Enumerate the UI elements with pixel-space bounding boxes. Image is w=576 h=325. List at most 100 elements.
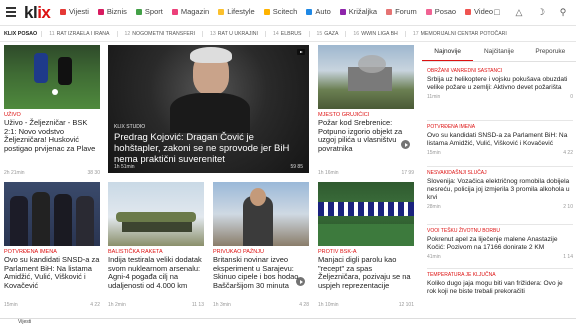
sidebar-item-category: POTVRĐENA IMENA xyxy=(427,124,476,130)
card-stats: 12 101 xyxy=(398,302,414,308)
topic-tag[interactable]: 15 GAZA xyxy=(308,30,346,37)
card-meta: 1h 16min 17 99 xyxy=(318,170,414,176)
nav-item-biznis[interactable]: Biznis xyxy=(97,7,127,16)
nav-item-video[interactable]: Video xyxy=(465,7,493,16)
topic-count: 15 xyxy=(316,30,323,37)
nav-color-icon xyxy=(386,8,393,15)
topic-count: 11 xyxy=(49,30,55,37)
news-card[interactable]: BALISTIČKA RAKETA Indija testirala velik… xyxy=(108,182,204,308)
tab-preporuke[interactable]: Preporuke xyxy=(525,42,576,61)
card-title[interactable]: Ovo su kandidati SNSD-a za Parlament BiH… xyxy=(4,255,100,290)
nav-label: Scitech xyxy=(272,7,298,16)
sidebar-item-meta: 15min 4 22 xyxy=(427,150,573,156)
sidebar-item-stats: 1 14 xyxy=(563,254,573,260)
nav-item-forum[interactable]: Forum xyxy=(386,7,417,16)
nav-color-icon xyxy=(97,8,104,15)
nav-color-icon xyxy=(60,8,66,15)
news-card[interactable]: PROTIV BSK-A Manjaci digli parolu kao "r… xyxy=(318,182,414,308)
nav-item-lifestyle[interactable]: Lifestyle xyxy=(218,7,255,16)
nav-item-vijesti[interactable]: Vijesti xyxy=(60,7,89,16)
featured-stats: 59 85 xyxy=(290,164,303,170)
card-meta: 15min 4 22 xyxy=(4,302,100,308)
topic-tag[interactable]: 11 RAT IZRAELA I IRANA xyxy=(41,30,116,37)
sidebar-divider xyxy=(427,224,573,225)
sidebar-news-item[interactable]: TEMPERATURA JE KLJUČNA Koliko dugo jaja m… xyxy=(427,272,573,296)
search-icon[interactable]: ⚲ xyxy=(558,7,568,17)
card-title[interactable]: Britanski novinar izveo eksperiment u Sa… xyxy=(213,255,309,290)
nav-item-sport[interactable]: Sport xyxy=(135,7,163,16)
tab-najcitanije[interactable]: Najčitanije xyxy=(473,42,524,61)
nav-item-križaljka[interactable]: Križaljka xyxy=(339,7,377,16)
card-time: 15min xyxy=(4,302,18,308)
topic-label: WWIN LIGA BH xyxy=(361,30,398,37)
nav-item-auto[interactable]: Auto xyxy=(306,7,331,16)
card-meta: 1h 3min 4 28 xyxy=(213,302,309,308)
megaphone-icon[interactable]: △ xyxy=(514,7,524,17)
nav-label: Lifestyle xyxy=(227,7,255,16)
topic-tag[interactable]: 14 ELBRUS xyxy=(264,30,309,37)
sidebar-item-time: 11min xyxy=(427,94,441,100)
sidebar-item-title[interactable]: Srbija uz helikoptere i vojsku pokušava … xyxy=(427,76,573,92)
video-icon xyxy=(297,49,305,55)
nav-color-icon xyxy=(218,8,225,15)
news-card[interactable]: MJESTO GRUJIĆICI Požar kod Srebrenice: P… xyxy=(318,45,414,176)
sidebar-item-title[interactable]: Slovenija: Vozačica električnog romobila… xyxy=(427,178,573,202)
card-image-politicians[interactable] xyxy=(4,182,100,246)
site-logo[interactable]: klix xyxy=(24,3,51,23)
card-image-missile[interactable] xyxy=(108,182,204,246)
sidebar-item-time: 41min xyxy=(427,254,441,260)
sidebar-news-item[interactable]: NESVAKIDAŠNJI SLUČAJ Slovenija: Vozačica … xyxy=(427,170,573,210)
nav-color-icon xyxy=(135,8,142,15)
moon-icon[interactable]: ☽ xyxy=(536,7,546,17)
sidebar-item-category: NESVAKIDAŠNJI SLUČAJ xyxy=(427,170,487,176)
tab-najnovije[interactable]: Najnovije xyxy=(422,42,474,61)
footer-label[interactable]: Vijesti xyxy=(18,319,31,325)
sidebar-divider xyxy=(427,268,573,269)
card-stats: 38 30 xyxy=(87,170,100,176)
menu-icon[interactable] xyxy=(6,7,16,17)
sidebar-news-item[interactable]: OBRŽANI VANREDNI SASTANCI Srbija uz helik… xyxy=(427,68,573,100)
nav-label: Biznis xyxy=(106,7,127,16)
featured-title[interactable]: Predrag Kojović: Dragan Čović je hohštap… xyxy=(114,132,303,165)
card-time: 1h 10min xyxy=(318,302,339,308)
sidebar-item-stats: 0 xyxy=(570,94,573,100)
card-meta: 1h 10min 12 101 xyxy=(318,302,414,308)
card-title[interactable]: Požar kod Srebrenice: Potpuno izgorio ob… xyxy=(318,118,414,153)
sidebar-item-time: 15min xyxy=(427,150,441,156)
sidebar-item-meta: 28min 2 10 xyxy=(427,204,573,210)
logo-text-right: ix xyxy=(37,3,51,22)
card-image-fire[interactable] xyxy=(318,45,414,109)
news-card[interactable]: UŽIVO Uživo - Željezničar - BSK 2:1: Nov… xyxy=(4,45,100,176)
sidebar-tabs: Najnovije Najčitanije Preporuke xyxy=(422,42,576,62)
topic-label: MEMORIJALNI CENTAR POTOČARI xyxy=(420,30,507,37)
sidebar-item-title[interactable]: Ovo su kandidati SNSD-a za Parlament BiH… xyxy=(427,132,573,148)
card-image-football[interactable] xyxy=(4,45,100,109)
card-image-fans[interactable] xyxy=(318,182,414,246)
sidebar-news-item[interactable]: VOOI TEŠKU ŽIVOTNU BORBU Pokrenut apel za… xyxy=(427,228,573,260)
sidebar-news-item[interactable]: POTVRĐENA IMENA Ovo su kandidati SNSD-a z… xyxy=(427,124,573,156)
topic-tag[interactable]: 12 NOGOMETNI TRANSFERI xyxy=(116,30,203,37)
top-icons: □ △ ☽ ⚲ xyxy=(492,7,568,17)
sidebar-item-title[interactable]: Pokrenut apel za liječenje malene Anasta… xyxy=(427,236,573,252)
topic-tag[interactable]: 17 MEMORIJALNI CENTAR POTOČARI xyxy=(404,30,514,37)
sidebar-item-title[interactable]: Koliko dugo jaja mogu biti van frižidera… xyxy=(427,280,573,296)
nav-item-magazin[interactable]: Magazin xyxy=(171,7,209,16)
nav-label: Auto xyxy=(315,7,331,16)
topic-count: 12 xyxy=(124,30,131,37)
card-title[interactable]: Manjaci digli parolu kao "recept" za spa… xyxy=(318,255,414,290)
card-title[interactable]: Uživo - Željezničar - BSK 2:1: Novo vods… xyxy=(4,118,100,153)
card-stats: 17 99 xyxy=(401,170,414,176)
nav-item-scitech[interactable]: Scitech xyxy=(263,7,298,16)
logo-text-left: kl xyxy=(24,3,38,22)
news-card[interactable]: PRIVUKAO PAŽNJU Britanski novinar izveo … xyxy=(213,182,309,308)
news-card[interactable]: POTVRĐENA IMENA Ovo su kandidati SNSD-a … xyxy=(4,182,100,308)
card-title[interactable]: Indija testirala veliki dodatak svom nuk… xyxy=(108,255,204,290)
topic-tag[interactable]: 16 WWIN LIGA BH xyxy=(345,30,404,37)
nav-item-posao[interactable]: Posao xyxy=(425,7,456,16)
chat-icon[interactable]: □ xyxy=(492,7,502,17)
card-image-journalist[interactable] xyxy=(213,182,309,246)
topic-tag[interactable]: 13 RAT U UKRAJINI xyxy=(202,30,265,37)
section-label[interactable]: KLIX POSAO xyxy=(0,31,41,37)
featured-card[interactable]: KLIX STUDIO Predrag Kojović: Dragan Čovi… xyxy=(108,45,309,173)
topic-label: ELBRUS xyxy=(280,30,302,37)
